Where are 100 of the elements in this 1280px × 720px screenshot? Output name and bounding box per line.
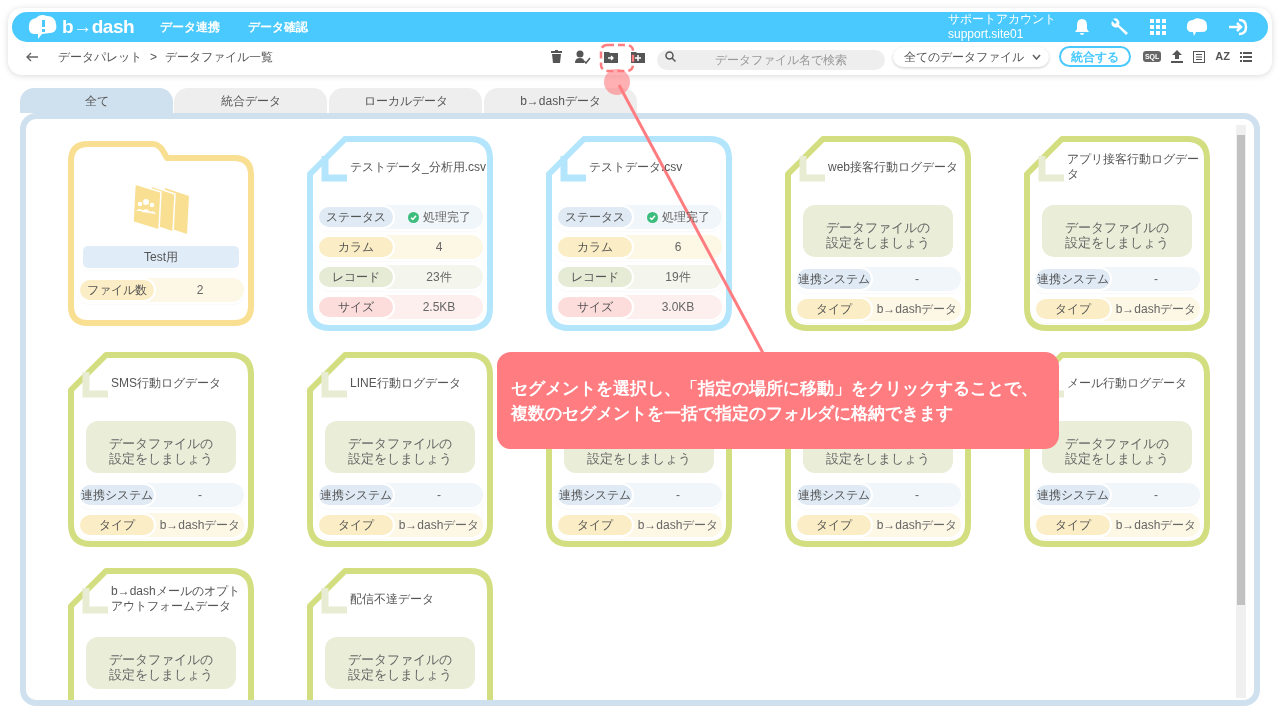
setup-message: データファイルの 設定をしましょう bbox=[1042, 205, 1192, 257]
folder-plus-icon[interactable] bbox=[630, 50, 645, 63]
row-value: 19件 bbox=[665, 269, 691, 286]
list-icon[interactable] bbox=[1240, 51, 1252, 62]
setup-message: データファイルの 設定をしましょう bbox=[325, 421, 475, 473]
row-value: - bbox=[1154, 271, 1158, 288]
user-check-icon[interactable] bbox=[574, 49, 591, 64]
row-label: タイプ bbox=[795, 513, 873, 537]
account-name: サポートアカウント bbox=[948, 12, 1056, 27]
filter-dropdown[interactable]: 全てのデータファイル bbox=[892, 46, 1049, 67]
row-label: タイプ bbox=[78, 513, 156, 537]
row-value: 2.5KB bbox=[422, 299, 456, 316]
row-value: 処理完了 bbox=[422, 209, 471, 226]
corner-fold-icon bbox=[82, 372, 108, 398]
row-label: 連携システム bbox=[556, 483, 634, 507]
corner-fold-icon bbox=[321, 588, 347, 614]
file-title: アプリ接客行動ログデータ bbox=[1067, 152, 1200, 182]
row-label: サイズ bbox=[317, 295, 395, 319]
corner-fold-icon bbox=[560, 156, 586, 182]
tab[interactable]: b→dashデータ bbox=[484, 88, 637, 113]
account-id: support.site01 bbox=[948, 27, 1025, 42]
row-value: - bbox=[915, 271, 919, 288]
file-title: LINE行動ログデータ bbox=[350, 375, 461, 391]
upload-icon[interactable] bbox=[1171, 50, 1184, 63]
row-value: b→dashデータ bbox=[398, 517, 480, 534]
row-value: - bbox=[198, 487, 202, 504]
row-value: 4 bbox=[435, 239, 443, 256]
row-value: b→dashデータ bbox=[876, 517, 958, 534]
logo-text: b→dash bbox=[62, 14, 135, 39]
row-label: 連携システム bbox=[78, 483, 156, 507]
file-card[interactable]: b→dashメールのオプトアウトフォームデータ データファイルの 設定をしましょう bbox=[68, 568, 254, 700]
search-icon bbox=[664, 51, 676, 62]
row-label: 連携システム bbox=[1034, 267, 1112, 291]
row-label: ファイル数 bbox=[78, 278, 156, 302]
row-label: ステータス bbox=[317, 205, 395, 229]
row-label: レコード bbox=[317, 265, 395, 289]
row-label: サイズ bbox=[556, 295, 634, 319]
row-label: レコード bbox=[556, 265, 634, 289]
tab[interactable]: 統合データ bbox=[174, 88, 327, 113]
folder-arrow-icon[interactable] bbox=[603, 50, 618, 63]
row-value: - bbox=[915, 487, 919, 504]
breadcrumb-link[interactable]: データファイル一覧 bbox=[165, 47, 273, 66]
row-value: b→dashデータ bbox=[159, 517, 241, 534]
row-value: - bbox=[1154, 487, 1158, 504]
row-label: 連携システム bbox=[795, 483, 873, 507]
row-value: - bbox=[437, 487, 441, 504]
row-value: b→dashデータ bbox=[1115, 301, 1197, 318]
tab[interactable]: 全て bbox=[20, 88, 173, 113]
list-view-icon[interactable] bbox=[1193, 50, 1206, 63]
file-card[interactable]: テストデータ_分析用.csv ステータス 処理完了 カラム 4 レコード 23件 サイズ 2.5KB bbox=[307, 136, 493, 331]
row-label: カラム bbox=[556, 235, 634, 259]
trash-icon[interactable] bbox=[550, 50, 562, 63]
file-title: SMS行動ログデータ bbox=[111, 375, 221, 391]
file-card[interactable]: LINE行動ログデータ データファイルの 設定をしましょう 連携システム - タイプ b→dashデータ bbox=[307, 352, 493, 547]
setup-message: データファイルの 設定をしましょう bbox=[803, 205, 953, 257]
highlight-frame bbox=[599, 43, 635, 73]
segment-stack-icon bbox=[131, 184, 191, 234]
row-label: タイプ bbox=[1034, 513, 1112, 537]
setup-message: データファイルの 設定をしましょう bbox=[86, 421, 236, 473]
row-label: カラム bbox=[317, 235, 395, 259]
row-value: - bbox=[676, 487, 680, 504]
chevron-down-icon bbox=[1031, 53, 1041, 60]
file-card[interactable]: 配信不達データ データファイルの 設定をしましょう bbox=[307, 568, 493, 700]
folder-name: Test用 bbox=[83, 246, 239, 268]
pointer-dot bbox=[604, 69, 630, 95]
setup-message: データファイルの 設定をしましょう bbox=[1042, 421, 1192, 473]
breadcrumb-separator: > bbox=[150, 48, 157, 66]
file-card[interactable]: SMS行動ログデータ データファイルの 設定をしましょう 連携システム - タイプ b→dashデータ bbox=[68, 352, 254, 547]
corner-fold-icon bbox=[1038, 156, 1064, 182]
file-title: メール行動ログデータ bbox=[1067, 375, 1187, 391]
row-value: 6 bbox=[674, 239, 682, 256]
row-value: b→dashデータ bbox=[1115, 517, 1197, 534]
corner-fold-icon bbox=[321, 372, 347, 398]
corner-fold-icon bbox=[82, 588, 108, 614]
row-value: 23件 bbox=[426, 269, 452, 286]
file-title: テストデータ_分析用.csv bbox=[350, 159, 486, 175]
tab[interactable]: ローカルデータ bbox=[329, 88, 482, 113]
corner-fold-icon bbox=[799, 156, 825, 182]
back-arrow-icon[interactable] bbox=[26, 51, 38, 62]
breadcrumb-link[interactable]: データパレット bbox=[58, 47, 142, 66]
file-card[interactable]: web接客行動ログデータ データファイルの 設定をしましょう 連携システム - タイプ b→dashデータ bbox=[785, 136, 971, 331]
file-title: b→dashメールのオプトアウトフォームデータ bbox=[111, 584, 241, 614]
setup-message: データファイルの 設定をしましょう bbox=[325, 637, 475, 689]
file-card[interactable]: アプリ接客行動ログデータ データファイルの 設定をしましょう 連携システム - タイプ b→dashデータ bbox=[1024, 136, 1210, 331]
row-label: タイプ bbox=[556, 513, 634, 537]
sort-az-icon[interactable]: AZ bbox=[1215, 51, 1230, 62]
search-field[interactable]: データファイル名で検索 bbox=[656, 49, 885, 70]
row-label: 連携システム bbox=[795, 267, 873, 291]
row-label: ステータス bbox=[556, 205, 634, 229]
scrollbar[interactable] bbox=[1236, 125, 1246, 698]
row-label: タイプ bbox=[795, 297, 873, 321]
row-value: 3.0KB bbox=[661, 299, 695, 316]
row-label: タイプ bbox=[317, 513, 395, 537]
file-title: web接客行動ログデータ bbox=[828, 159, 958, 175]
row-label: 連携システム bbox=[317, 483, 395, 507]
setup-message: データファイルの 設定をしましょう bbox=[86, 637, 236, 689]
row-label: 連携システム bbox=[1034, 483, 1112, 507]
row-label: タイプ bbox=[1034, 297, 1112, 321]
row-value: b→dashデータ bbox=[876, 301, 958, 318]
row-value: b→dashデータ bbox=[637, 517, 719, 534]
